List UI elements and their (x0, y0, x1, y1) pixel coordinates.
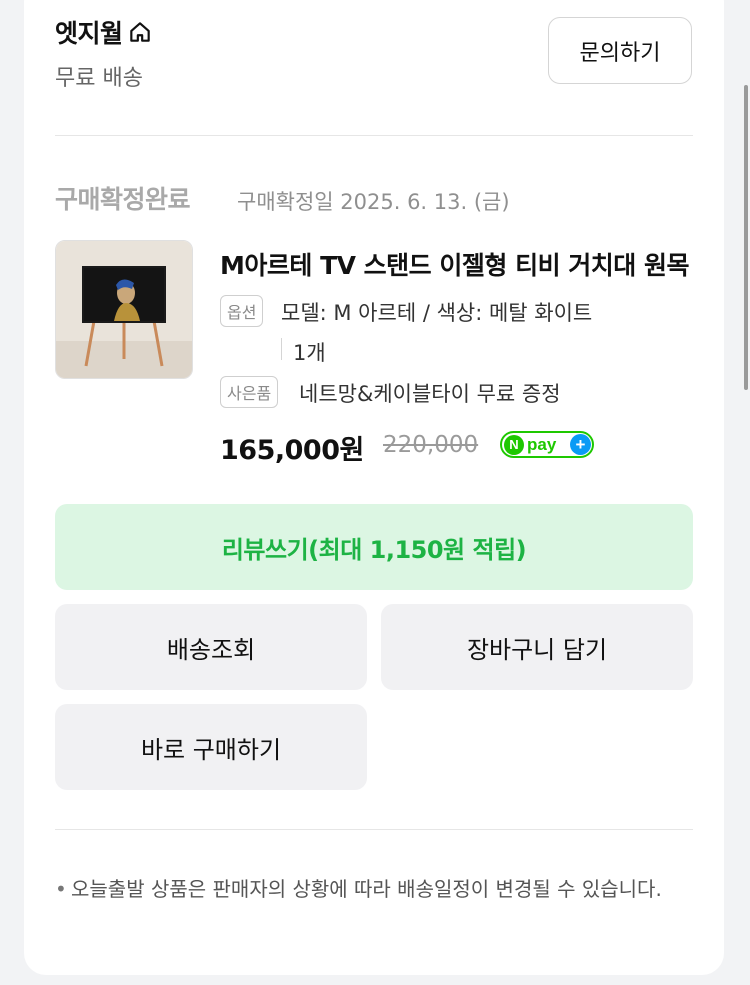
product-thumbnail[interactable] (55, 240, 193, 379)
original-price: 220,000 (383, 432, 479, 458)
buy-now-button[interactable]: 바로 구매하기 (55, 704, 367, 790)
quantity: 1개 (293, 341, 326, 365)
home-icon (129, 22, 150, 42)
product-title[interactable]: M아르테 TV 스탠드 이젤형 티비 거치대 원목 (220, 246, 692, 282)
store-name-label: 엣지월 (55, 19, 123, 48)
notice-text: 오늘출발 상품은 판매자의 상황에 따라 배송일정이 변경될 수 있습니다. (71, 877, 662, 901)
plus-icon: + (570, 434, 591, 455)
npay-plus-badge: N pay + (500, 431, 594, 458)
scrollbar[interactable] (744, 85, 748, 390)
bullet-icon: • (55, 877, 67, 901)
confirm-date: 구매확정일 2025. 6. 13. (금) (237, 190, 510, 214)
gift-tag: 사은품 (220, 376, 279, 408)
option-tag: 옵션 (220, 295, 264, 327)
product-image (56, 241, 192, 378)
delivery-notice: • 오늘출발 상품은 판매자의 상황에 따라 배송일정이 변경될 수 있습니다. (55, 872, 695, 906)
order-status: 구매확정완료 (55, 185, 191, 214)
store-name[interactable]: 엣지월 (55, 14, 153, 50)
shipping-info: 무료 배송 (55, 66, 143, 91)
divider (55, 829, 693, 830)
write-review-button[interactable]: 리뷰쓰기(최대 1,150원 적립) (55, 504, 693, 590)
quantity-divider (281, 338, 282, 360)
option-text: 모델: M 아르테 / 색상: 메탈 화이트 (281, 301, 593, 325)
npay-label: pay (527, 434, 557, 454)
add-to-cart-button[interactable]: 장바구니 담기 (381, 604, 693, 690)
sale-price: 165,000원 (220, 435, 364, 466)
inquiry-button[interactable]: 문의하기 (548, 17, 692, 84)
gift-text: 네트망&케이블타이 무료 증정 (299, 382, 561, 406)
divider (55, 135, 693, 136)
npay-n-icon: N (504, 434, 524, 455)
track-delivery-button[interactable]: 배송조회 (55, 604, 367, 690)
